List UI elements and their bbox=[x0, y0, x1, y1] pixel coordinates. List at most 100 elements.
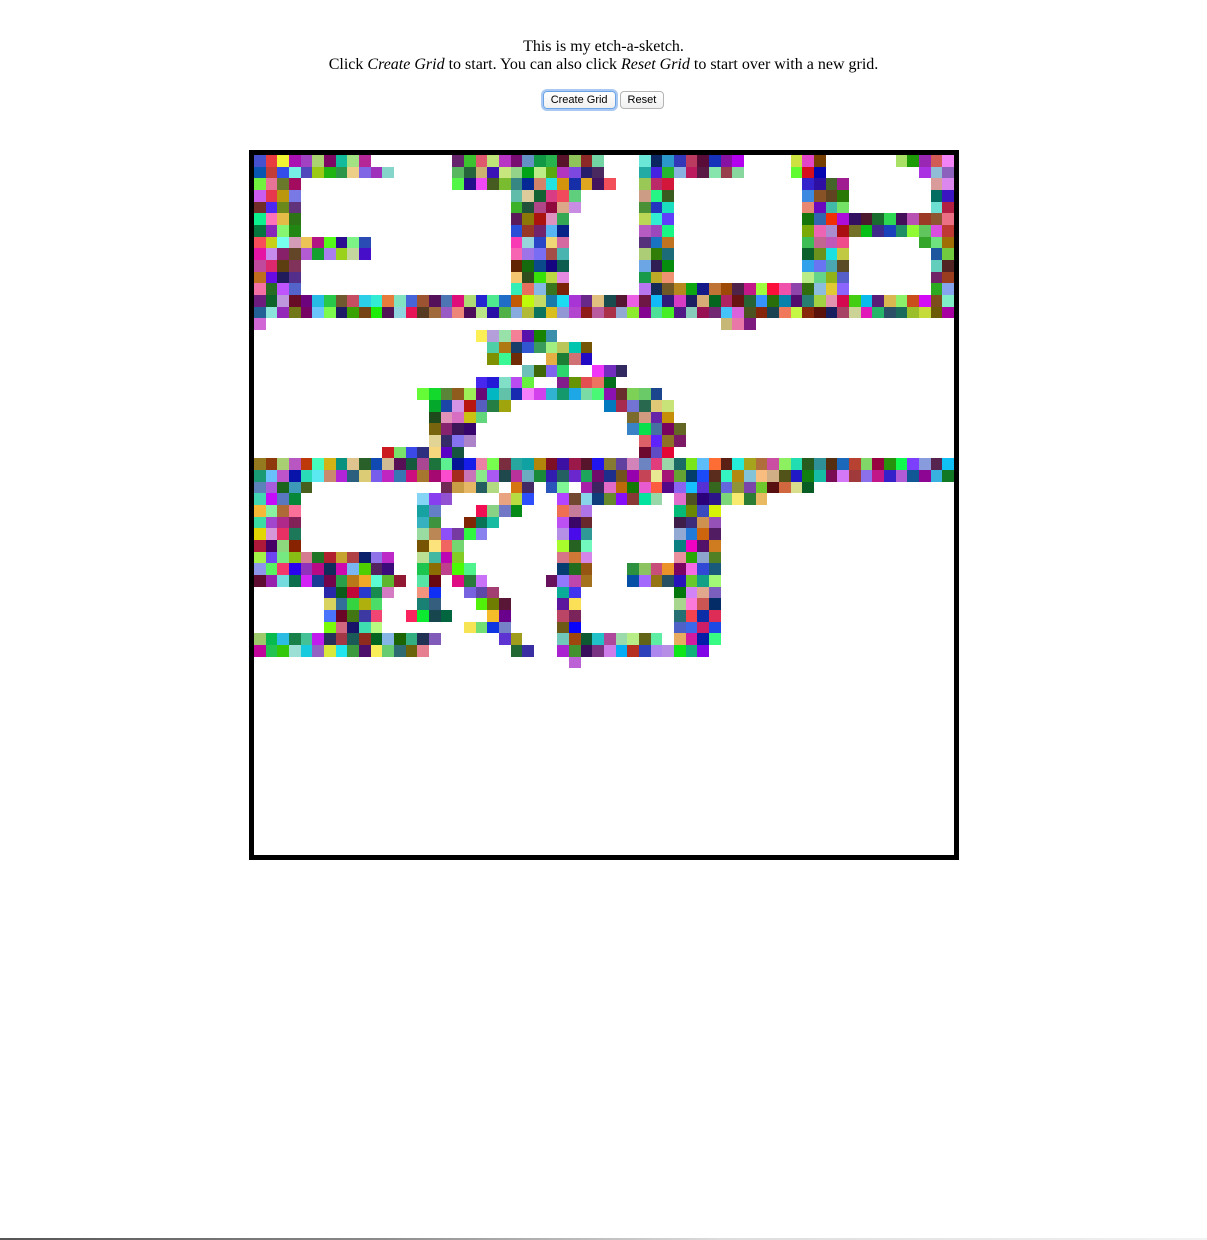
grid-cell[interactable] bbox=[440, 481, 453, 494]
grid-cell[interactable] bbox=[604, 178, 616, 190]
grid-cell[interactable] bbox=[627, 470, 639, 482]
grid-cell[interactable] bbox=[685, 528, 698, 540]
grid-cell[interactable] bbox=[254, 271, 266, 284]
grid-cell[interactable] bbox=[417, 563, 429, 575]
grid-cell[interactable] bbox=[580, 178, 593, 190]
grid-cell[interactable] bbox=[452, 470, 464, 482]
grid-cell[interactable] bbox=[324, 551, 336, 564]
grid-cell[interactable] bbox=[919, 458, 931, 470]
grid-cell[interactable] bbox=[382, 446, 394, 459]
grid-cell[interactable] bbox=[627, 645, 639, 657]
grid-cell[interactable] bbox=[615, 470, 628, 482]
grid-cell[interactable] bbox=[522, 376, 534, 389]
grid-cell[interactable] bbox=[289, 236, 301, 249]
grid-cell[interactable] bbox=[942, 190, 954, 202]
grid-cell[interactable] bbox=[359, 575, 371, 587]
grid-cell[interactable] bbox=[895, 306, 908, 319]
grid-cell[interactable] bbox=[569, 633, 581, 645]
grid-cell[interactable] bbox=[347, 458, 359, 470]
grid-cell[interactable] bbox=[674, 516, 686, 529]
grid-cell[interactable] bbox=[557, 586, 569, 599]
grid-cell[interactable] bbox=[662, 213, 674, 225]
grid-cell[interactable] bbox=[674, 586, 686, 599]
grid-cell[interactable] bbox=[592, 295, 604, 307]
grid-cell[interactable] bbox=[930, 155, 943, 167]
grid-cell[interactable] bbox=[930, 213, 943, 225]
grid-cell[interactable] bbox=[370, 598, 383, 610]
grid-cell[interactable] bbox=[522, 213, 534, 225]
grid-cell[interactable] bbox=[580, 388, 593, 400]
grid-cell[interactable] bbox=[312, 470, 324, 482]
grid-cell[interactable] bbox=[580, 540, 593, 552]
grid-cell[interactable] bbox=[639, 178, 651, 190]
grid-cell[interactable] bbox=[534, 306, 546, 319]
grid-cell[interactable] bbox=[884, 470, 896, 482]
grid-cell[interactable] bbox=[452, 166, 464, 179]
grid-cell[interactable] bbox=[265, 458, 278, 470]
grid-cell[interactable] bbox=[534, 248, 546, 260]
grid-cell[interactable] bbox=[557, 551, 569, 564]
grid-cell[interactable] bbox=[569, 516, 581, 529]
grid-cell[interactable] bbox=[417, 540, 429, 552]
grid-cell[interactable] bbox=[662, 201, 674, 214]
grid-cell[interactable] bbox=[522, 225, 534, 237]
grid-cell[interactable] bbox=[499, 306, 511, 319]
grid-cell[interactable] bbox=[930, 248, 943, 260]
grid-cell[interactable] bbox=[580, 155, 593, 167]
grid-cell[interactable] bbox=[604, 295, 616, 307]
grid-cell[interactable] bbox=[825, 201, 838, 214]
grid-cell[interactable] bbox=[685, 563, 698, 575]
grid-cell[interactable] bbox=[370, 645, 383, 657]
grid-cell[interactable] bbox=[837, 225, 849, 237]
grid-cell[interactable] bbox=[510, 633, 523, 645]
grid-cell[interactable] bbox=[475, 388, 488, 400]
grid-cell[interactable] bbox=[860, 306, 873, 319]
grid-cell[interactable] bbox=[744, 306, 756, 319]
grid-cell[interactable] bbox=[592, 306, 604, 319]
grid-cell[interactable] bbox=[930, 283, 943, 295]
grid-cell[interactable] bbox=[639, 470, 651, 482]
grid-cell[interactable] bbox=[592, 155, 604, 167]
grid-cell[interactable] bbox=[289, 633, 301, 645]
grid-cell[interactable] bbox=[289, 178, 301, 190]
grid-cell[interactable] bbox=[277, 295, 289, 307]
grid-cell[interactable] bbox=[499, 295, 511, 307]
grid-cell[interactable] bbox=[697, 586, 709, 599]
grid-cell[interactable] bbox=[650, 458, 663, 470]
grid-cell[interactable] bbox=[802, 178, 814, 190]
grid-cell[interactable] bbox=[475, 376, 488, 389]
grid-cell[interactable] bbox=[872, 306, 884, 319]
grid-cell[interactable] bbox=[417, 516, 429, 529]
grid-cell[interactable] bbox=[930, 178, 943, 190]
grid-cell[interactable] bbox=[347, 236, 359, 249]
grid-cell[interactable] bbox=[265, 633, 278, 645]
grid-cell[interactable] bbox=[709, 563, 721, 575]
grid-cell[interactable] bbox=[277, 248, 289, 260]
grid-cell[interactable] bbox=[452, 155, 464, 167]
grid-cell[interactable] bbox=[370, 306, 383, 319]
grid-cell[interactable] bbox=[440, 470, 453, 482]
grid-cell[interactable] bbox=[674, 563, 686, 575]
grid-cell[interactable] bbox=[802, 236, 814, 249]
grid-cell[interactable] bbox=[545, 388, 558, 400]
grid-cell[interactable] bbox=[265, 166, 278, 179]
grid-cell[interactable] bbox=[429, 516, 441, 529]
grid-cell[interactable] bbox=[685, 283, 698, 295]
grid-cell[interactable] bbox=[545, 271, 558, 284]
grid-cell[interactable] bbox=[335, 166, 348, 179]
grid-cell[interactable] bbox=[685, 458, 698, 470]
grid-cell[interactable] bbox=[277, 283, 289, 295]
grid-cell[interactable] bbox=[709, 481, 721, 494]
grid-cell[interactable] bbox=[335, 598, 348, 610]
grid-cell[interactable] bbox=[265, 201, 278, 214]
grid-cell[interactable] bbox=[569, 458, 581, 470]
grid-cell[interactable] bbox=[650, 435, 663, 447]
grid-cell[interactable] bbox=[860, 458, 873, 470]
grid-cell[interactable] bbox=[452, 295, 464, 307]
grid-cell[interactable] bbox=[697, 575, 709, 587]
grid-cell[interactable] bbox=[580, 306, 593, 319]
grid-cell[interactable] bbox=[674, 435, 686, 447]
grid-cell[interactable] bbox=[475, 178, 488, 190]
grid-cell[interactable] bbox=[639, 225, 651, 237]
grid-cell[interactable] bbox=[557, 505, 569, 517]
